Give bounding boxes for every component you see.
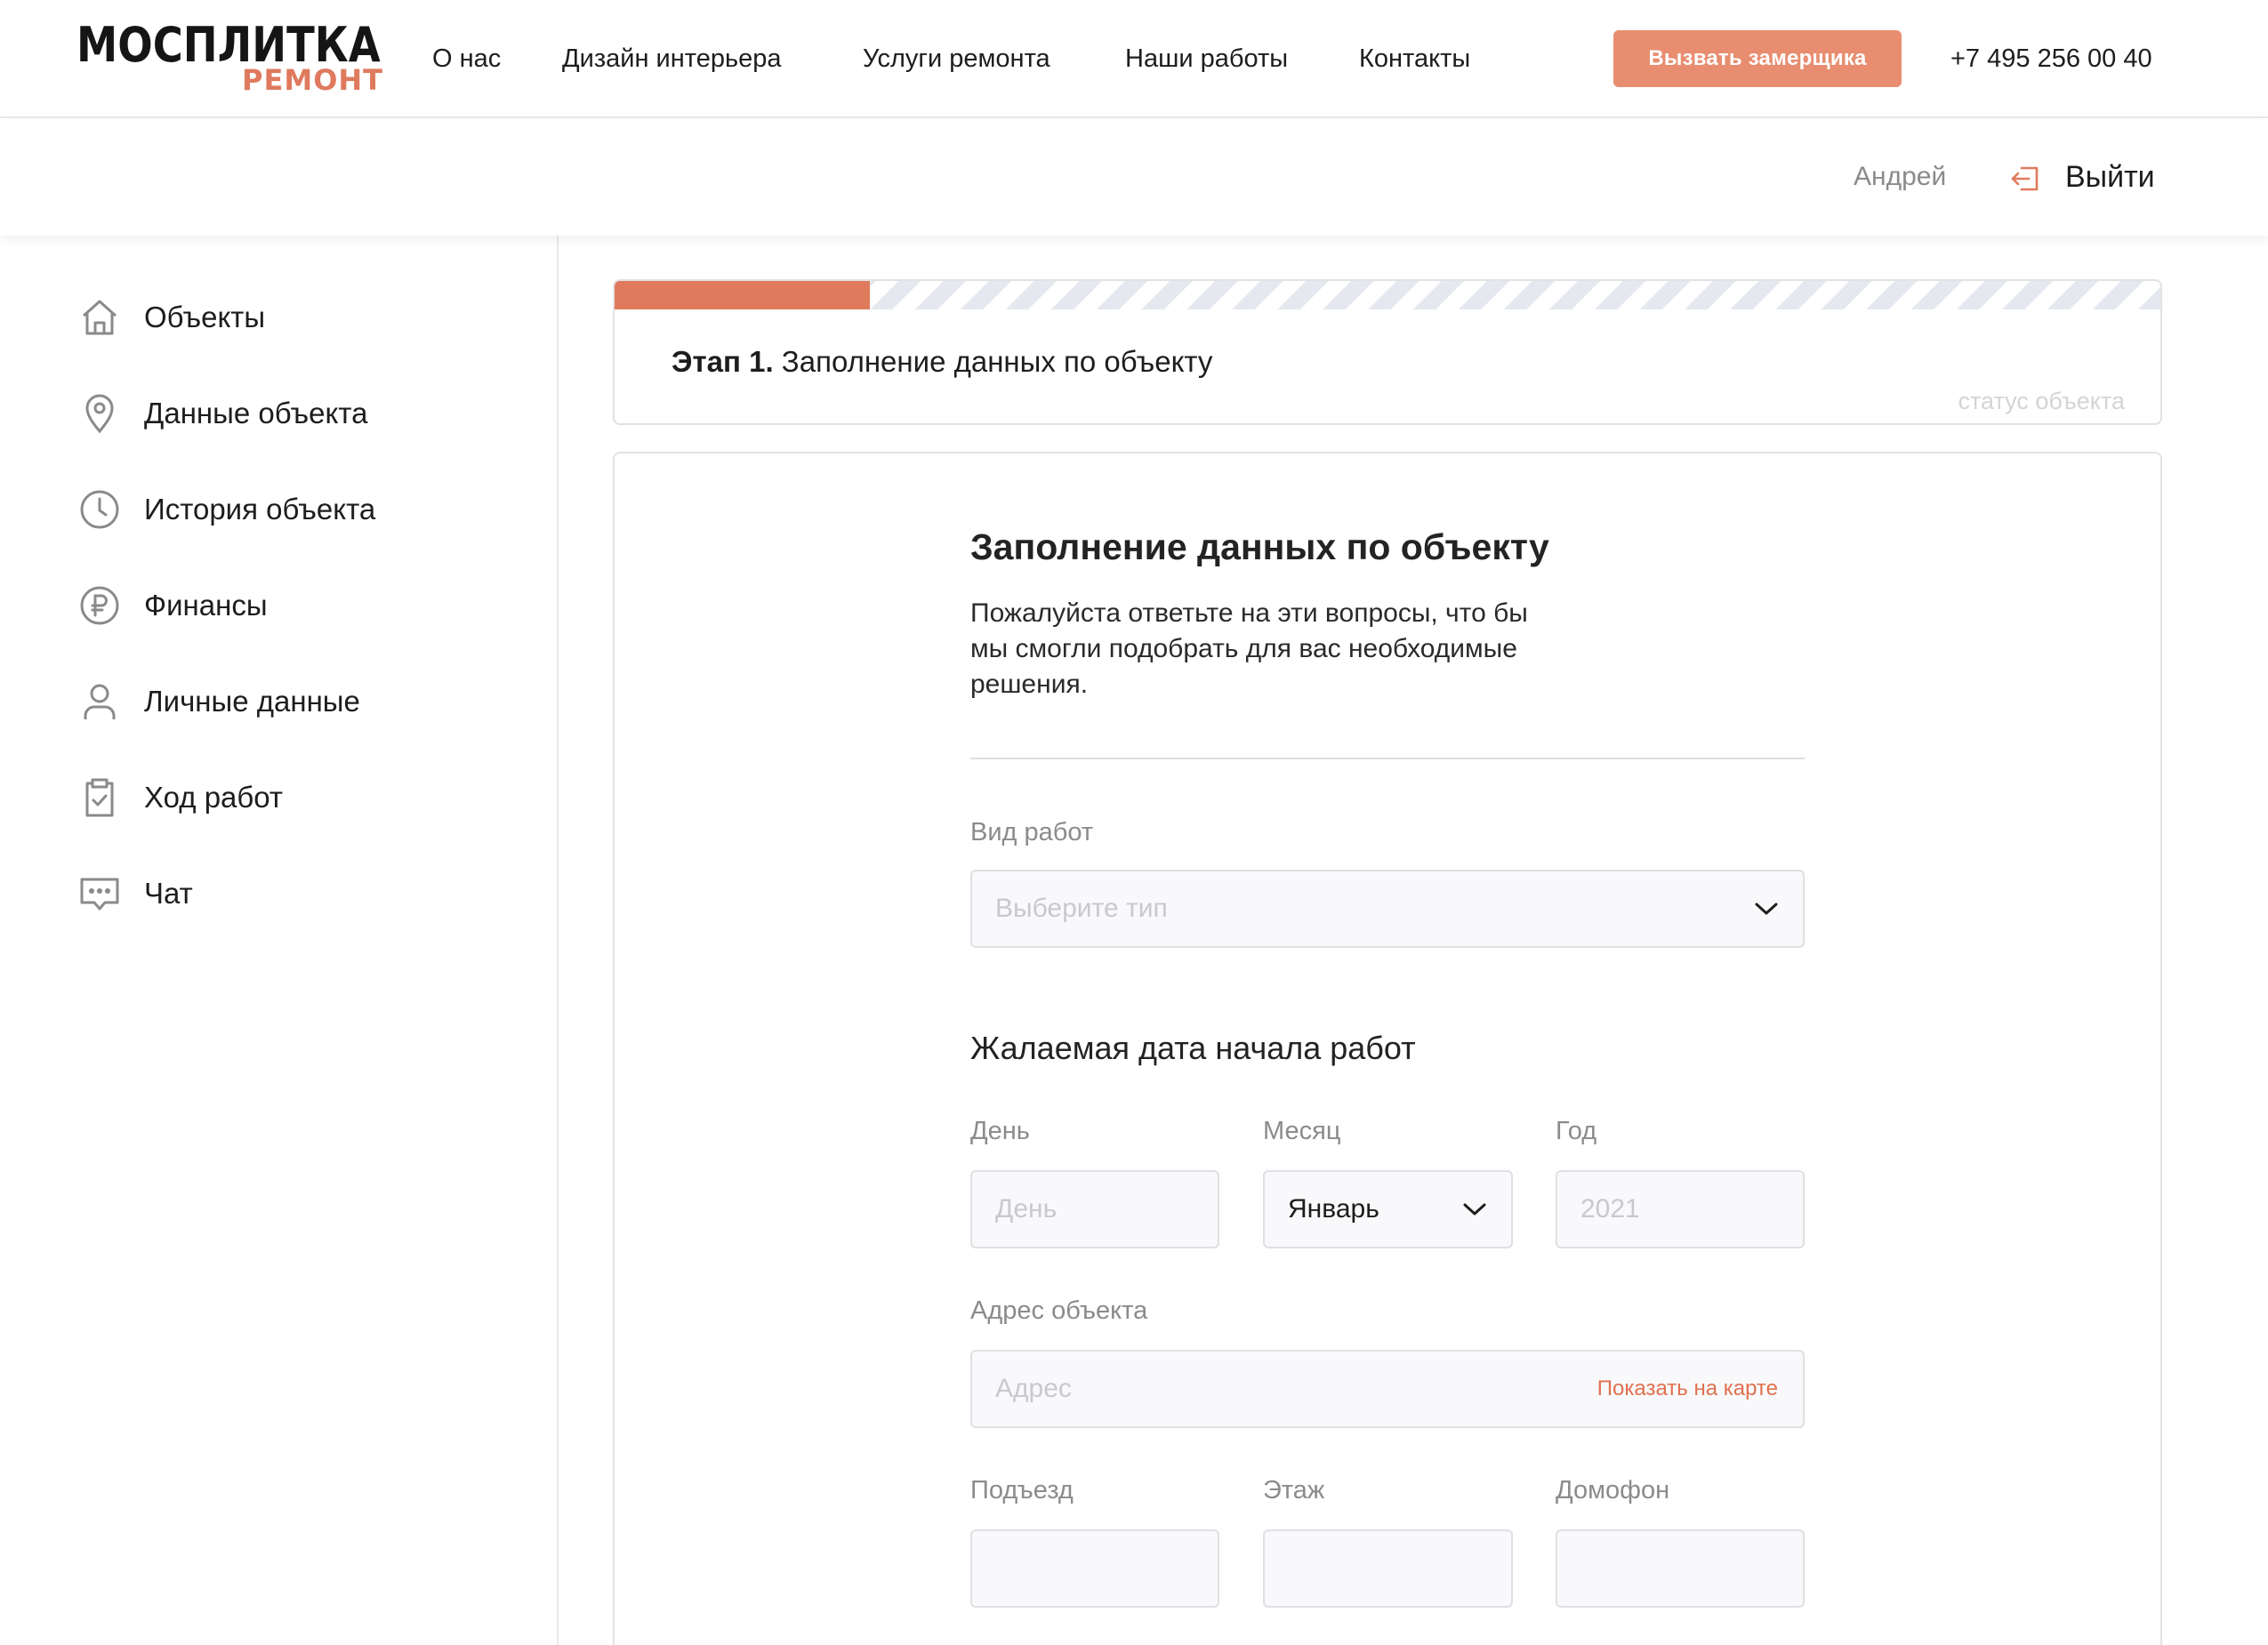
address-input[interactable]: Адрес Показать на карте xyxy=(970,1350,1805,1428)
show-on-map-link[interactable]: Показать на карте xyxy=(1597,1376,1778,1401)
sidebar-item-work-progress[interactable]: Ход работ xyxy=(76,773,521,822)
address-placeholder: Адрес xyxy=(995,1374,1072,1403)
work-type-select[interactable]: Выберите тип xyxy=(970,870,1805,948)
stage-progress-bar xyxy=(615,281,2160,309)
home-icon xyxy=(76,294,123,341)
month-select[interactable]: Январь xyxy=(1263,1170,1513,1248)
clock-icon xyxy=(76,486,123,533)
day-input[interactable]: День xyxy=(970,1170,1219,1248)
form-description: Пожалуйста ответьте на эти вопросы, что … xyxy=(970,598,1528,699)
sidebar-item-finances[interactable]: Финансы xyxy=(76,581,521,630)
month-value: Январь xyxy=(1288,1194,1379,1224)
chevron-down-icon xyxy=(1755,903,1778,915)
stage-number: Этап 1. xyxy=(672,345,774,378)
floor-label: Этаж xyxy=(1263,1476,1325,1505)
stage-card: Этап 1. Заполнение данных по объекту ста… xyxy=(613,279,2162,425)
nav-link-our-works[interactable]: Наши работы xyxy=(1125,43,1288,75)
logout-button[interactable]: Выйти xyxy=(2065,159,2155,195)
logo-sub-text: РЕМОНТ xyxy=(242,63,383,97)
stage-progress-fill xyxy=(615,281,870,309)
chat-icon xyxy=(76,871,123,917)
phone-number[interactable]: +7 495 256 00 40 xyxy=(1950,43,2152,75)
entrance-label: Подъезд xyxy=(970,1476,1074,1505)
sidebar-item-object-history[interactable]: История объекта xyxy=(76,485,521,534)
logout-icon[interactable] xyxy=(2009,163,2041,195)
clipboard-check-icon xyxy=(76,774,123,821)
nav-link-interior-design[interactable]: Дизайн интерьера xyxy=(562,43,781,75)
month-label: Месяц xyxy=(1263,1117,1341,1145)
year-placeholder: 2021 xyxy=(1580,1194,1640,1224)
intercom-input[interactable] xyxy=(1556,1529,1805,1608)
stage-title: Этап 1. Заполнение данных по объекту xyxy=(672,345,1212,379)
intercom-label: Домофон xyxy=(1556,1476,1670,1505)
work-type-label: Вид работ xyxy=(970,818,1094,847)
location-pin-icon xyxy=(76,390,123,437)
address-label: Адрес объекта xyxy=(970,1296,1148,1325)
nav-link-repair-services[interactable]: Услуги ремонта xyxy=(863,43,1050,75)
username: Андрей xyxy=(1854,162,1947,191)
sidebar-item-label: Объекты xyxy=(144,301,266,333)
sidebar-item-label: Личные данные xyxy=(144,685,360,718)
call-measurer-button[interactable]: Вызвать замерщика xyxy=(1613,30,1902,87)
logo-main-text: МОСПЛИТКА xyxy=(76,17,381,73)
sidebar-item-personal-data[interactable]: Личные данные xyxy=(76,677,521,726)
nav-link-contacts[interactable]: Контакты xyxy=(1359,43,1470,75)
nav-link-about[interactable]: О нас xyxy=(432,43,501,75)
logo[interactable]: МОСПЛИТКА РЕМОНТ xyxy=(76,21,383,98)
object-data-form: Заполнение данных по объекту Пожалуйста … xyxy=(613,452,2162,1645)
object-status-link[interactable]: статус объекта xyxy=(1958,388,2125,415)
form-title: Заполнение данных по объекту xyxy=(970,526,1549,567)
year-label: Год xyxy=(1556,1117,1597,1145)
sidebar: Объекты Данные объекта История объекта Ф… xyxy=(0,236,559,1645)
stage-name: Заполнение данных по объекту xyxy=(781,345,1213,378)
day-label: День xyxy=(970,1117,1030,1145)
ruble-icon xyxy=(76,582,123,629)
user-bar: Андрей Выйти xyxy=(0,120,2268,236)
sidebar-item-label: Ход работ xyxy=(144,781,284,814)
form-divider xyxy=(970,758,1805,759)
sidebar-item-objects[interactable]: Объекты xyxy=(76,293,521,342)
entrance-input[interactable] xyxy=(970,1529,1219,1608)
start-date-title: Жалаемая дата начала работ xyxy=(970,1030,1416,1066)
sidebar-item-label: Чат xyxy=(144,877,193,910)
sidebar-item-label: История объекта xyxy=(144,493,376,526)
floor-input[interactable] xyxy=(1263,1529,1513,1608)
sidebar-item-label: Финансы xyxy=(144,589,268,622)
sidebar-item-object-data[interactable]: Данные объекта xyxy=(76,389,521,438)
user-icon xyxy=(76,678,123,725)
top-navigation: МОСПЛИТКА РЕМОНТ О нас Дизайн интерьера … xyxy=(0,0,2268,118)
year-input[interactable]: 2021 xyxy=(1556,1170,1805,1248)
day-placeholder: День xyxy=(995,1194,1058,1224)
chevron-down-icon xyxy=(1463,1203,1486,1216)
work-type-placeholder: Выберите тип xyxy=(995,894,1168,923)
sidebar-item-chat[interactable]: Чат xyxy=(76,869,521,919)
sidebar-item-label: Данные объекта xyxy=(144,397,368,429)
